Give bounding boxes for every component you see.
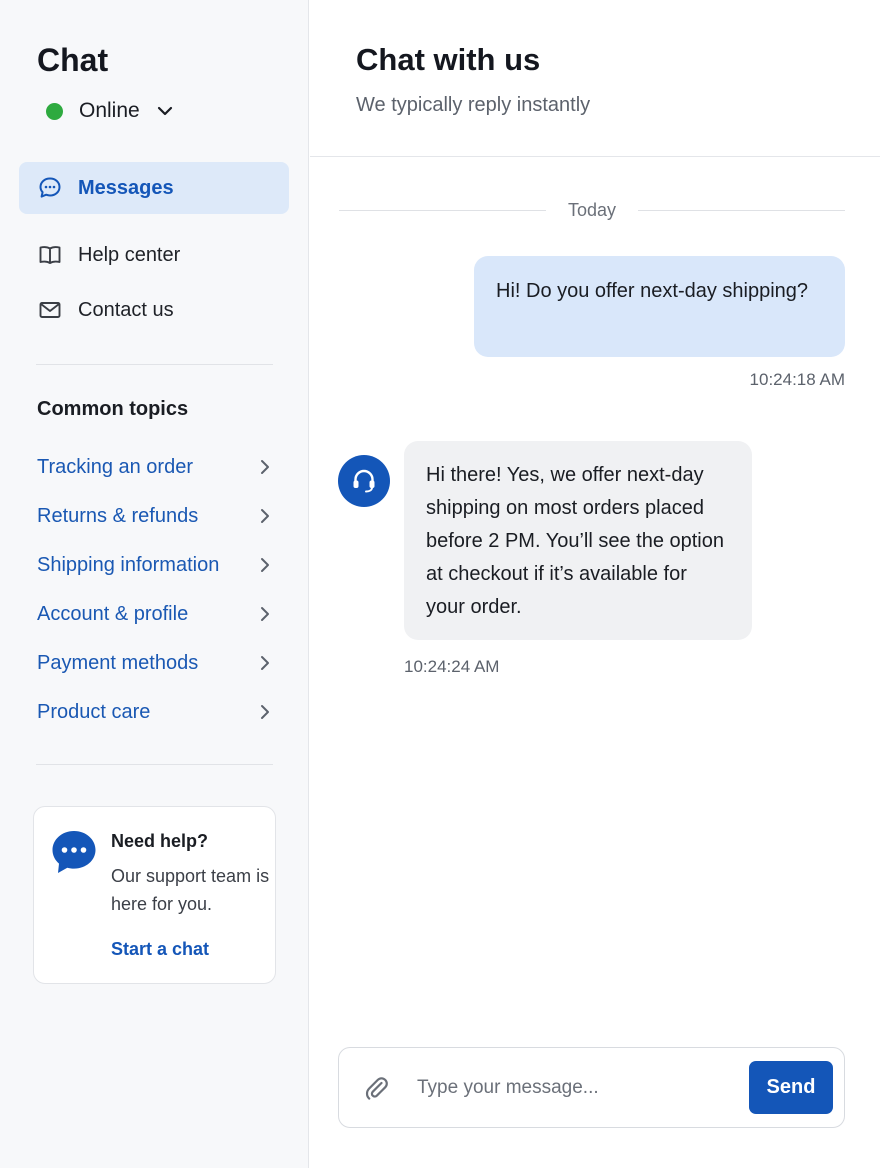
agent-message-bubble: Hi there! Yes, we offer next-day shippin… bbox=[404, 441, 752, 640]
message-input[interactable] bbox=[417, 1068, 737, 1108]
topic-account-profile[interactable]: Account & profile bbox=[37, 598, 273, 630]
separator-line bbox=[638, 209, 846, 211]
status-dropdown[interactable]: Online bbox=[46, 96, 174, 126]
sidebar-item-help-center[interactable]: Help center bbox=[19, 229, 289, 281]
sidebar-divider bbox=[36, 764, 273, 765]
sidebar-item-label: Contact us bbox=[78, 298, 174, 321]
sidebar: Chat Online Messages Help center Contact… bbox=[0, 0, 309, 1168]
separator-line bbox=[339, 209, 546, 211]
status-label: Online bbox=[79, 99, 140, 122]
topic-label: Shipping information bbox=[37, 553, 220, 576]
mail-icon bbox=[37, 297, 63, 323]
agent-avatar bbox=[338, 455, 390, 507]
common-topics-heading: Common topics bbox=[37, 398, 189, 420]
sidebar-item-label: Help center bbox=[78, 243, 181, 266]
topic-label: Tracking an order bbox=[37, 455, 193, 478]
topic-returns-refunds[interactable]: Returns & refunds bbox=[37, 500, 273, 532]
topic-tracking-an-order[interactable]: Tracking an order bbox=[37, 451, 273, 483]
sidebar-divider bbox=[36, 364, 273, 365]
chevron-right-icon bbox=[257, 557, 273, 573]
headset-icon bbox=[349, 466, 379, 496]
help-card-text: Our support team is here for you. bbox=[111, 866, 270, 914]
chat-header: Chat with us We typically reply instantl… bbox=[310, 0, 880, 157]
chevron-right-icon bbox=[257, 704, 273, 720]
day-separator: Today bbox=[339, 198, 846, 222]
chat-bubble-icon bbox=[37, 175, 63, 201]
message-composer: Send bbox=[338, 1047, 845, 1128]
help-card: Need help? Our support team is here for … bbox=[33, 806, 276, 984]
day-label: Today bbox=[567, 199, 617, 220]
book-icon bbox=[37, 242, 63, 268]
message-timestamp: 10:24:24 AM bbox=[404, 657, 500, 676]
topic-payment-methods[interactable]: Payment methods bbox=[37, 647, 273, 679]
topic-label: Payment methods bbox=[37, 651, 199, 674]
topic-label: Returns & refunds bbox=[37, 504, 199, 527]
send-button[interactable]: Send bbox=[749, 1061, 833, 1114]
paperclip-icon[interactable] bbox=[361, 1073, 391, 1103]
topic-label: Product care bbox=[37, 700, 151, 723]
chat-dots-icon bbox=[51, 829, 97, 875]
chevron-down-icon bbox=[156, 102, 174, 120]
topic-shipping-information[interactable]: Shipping information bbox=[37, 549, 273, 581]
help-card-title: Need help? bbox=[111, 831, 209, 851]
topic-label: Account & profile bbox=[37, 602, 189, 625]
chevron-right-icon bbox=[257, 459, 273, 475]
sidebar-item-label: Messages bbox=[78, 176, 174, 199]
page-title: Chat with us bbox=[356, 42, 541, 77]
app-title: Chat bbox=[37, 42, 109, 78]
chevron-right-icon bbox=[257, 508, 273, 524]
start-chat-link[interactable]: Start a chat bbox=[111, 939, 209, 960]
topic-product-care[interactable]: Product care bbox=[37, 696, 273, 728]
page-subtitle: We typically reply instantly bbox=[356, 94, 591, 116]
online-status-dot bbox=[46, 102, 63, 120]
sidebar-item-contact-us[interactable]: Contact us bbox=[19, 284, 289, 336]
message-timestamp: 10:24:18 AM bbox=[749, 370, 845, 389]
chat-panel: Chat with us We typically reply instantl… bbox=[310, 0, 880, 1168]
chevron-right-icon bbox=[257, 606, 273, 622]
sidebar-item-messages[interactable]: Messages bbox=[19, 162, 289, 214]
user-message-bubble: Hi! Do you offer next-day shipping? bbox=[474, 256, 845, 357]
chevron-right-icon bbox=[257, 655, 273, 671]
